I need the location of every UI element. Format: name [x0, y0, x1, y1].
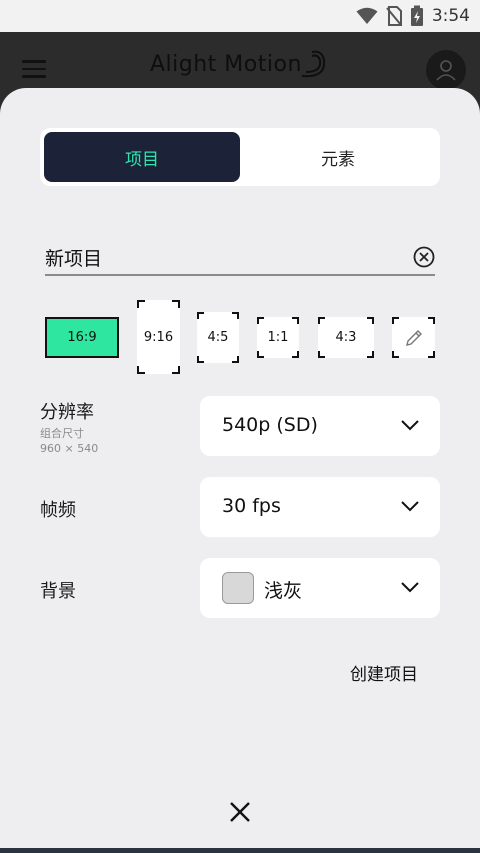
project-name-field [45, 238, 435, 276]
avatar[interactable] [426, 50, 466, 90]
ratio-label: 16:9 [67, 330, 97, 345]
menu-icon[interactable] [22, 60, 46, 78]
close-icon[interactable] [228, 800, 252, 824]
frame-rate-value: 30 fps [222, 495, 281, 517]
ratio-4-3[interactable]: 4:3 [318, 317, 374, 358]
crop-corners-icon [318, 317, 374, 358]
background-value: 浅灰 [264, 580, 303, 602]
resolution-value: 540p (SD) [222, 414, 318, 436]
logo-swirl-icon [301, 50, 326, 78]
background-dropdown[interactable]: 浅灰 [200, 558, 440, 618]
ratio-16-9[interactable]: 16:9 [45, 317, 119, 358]
resolution-label: 分辨率 [40, 402, 94, 423]
wifi-icon [356, 7, 378, 24]
battery-charging-icon [410, 5, 423, 26]
no-sim-icon [386, 6, 402, 26]
app-logo: Alight Motion [150, 52, 302, 77]
chevron-down-icon [401, 582, 419, 593]
frame-rate-dropdown[interactable]: 30 fps [200, 477, 440, 537]
resolution-dropdown[interactable]: 540p (SD) [200, 396, 440, 456]
resolution-sub-label: 组合尺寸 [40, 427, 84, 440]
nav-bar-strip [0, 848, 480, 853]
frame-rate-label: 帧频 [40, 500, 76, 521]
status-bar: 3:54 [0, 0, 480, 32]
new-project-sheet: 项目 元素 16:9 9:16 4:5 1:1 4:3 分辨 [0, 88, 480, 848]
create-project-button[interactable]: 创建项目 [350, 660, 418, 685]
crop-corners-icon [137, 300, 180, 374]
crop-corners-icon [257, 317, 299, 358]
user-icon [436, 60, 456, 81]
ratio-custom[interactable] [392, 317, 435, 358]
ratio-9-16[interactable]: 9:16 [137, 300, 180, 374]
pencil-icon [405, 329, 422, 346]
background-color-swatch [222, 572, 254, 604]
tab-element[interactable]: 元素 [240, 132, 436, 182]
chevron-down-icon [401, 501, 419, 512]
status-icons: 3:54 [356, 4, 470, 28]
resolution-dimensions: 960 × 540 [40, 442, 99, 455]
segmented-tabs: 项目 元素 [40, 128, 440, 186]
ratio-4-5[interactable]: 4:5 [197, 312, 239, 363]
crop-corners-icon [197, 312, 239, 363]
chevron-down-icon [401, 420, 419, 431]
tab-project[interactable]: 项目 [44, 132, 240, 182]
ratio-1-1[interactable]: 1:1 [257, 317, 299, 358]
project-name-input[interactable] [45, 242, 395, 272]
clear-icon[interactable] [413, 246, 435, 268]
background-label: 背景 [40, 581, 76, 602]
status-time: 3:54 [431, 6, 470, 26]
